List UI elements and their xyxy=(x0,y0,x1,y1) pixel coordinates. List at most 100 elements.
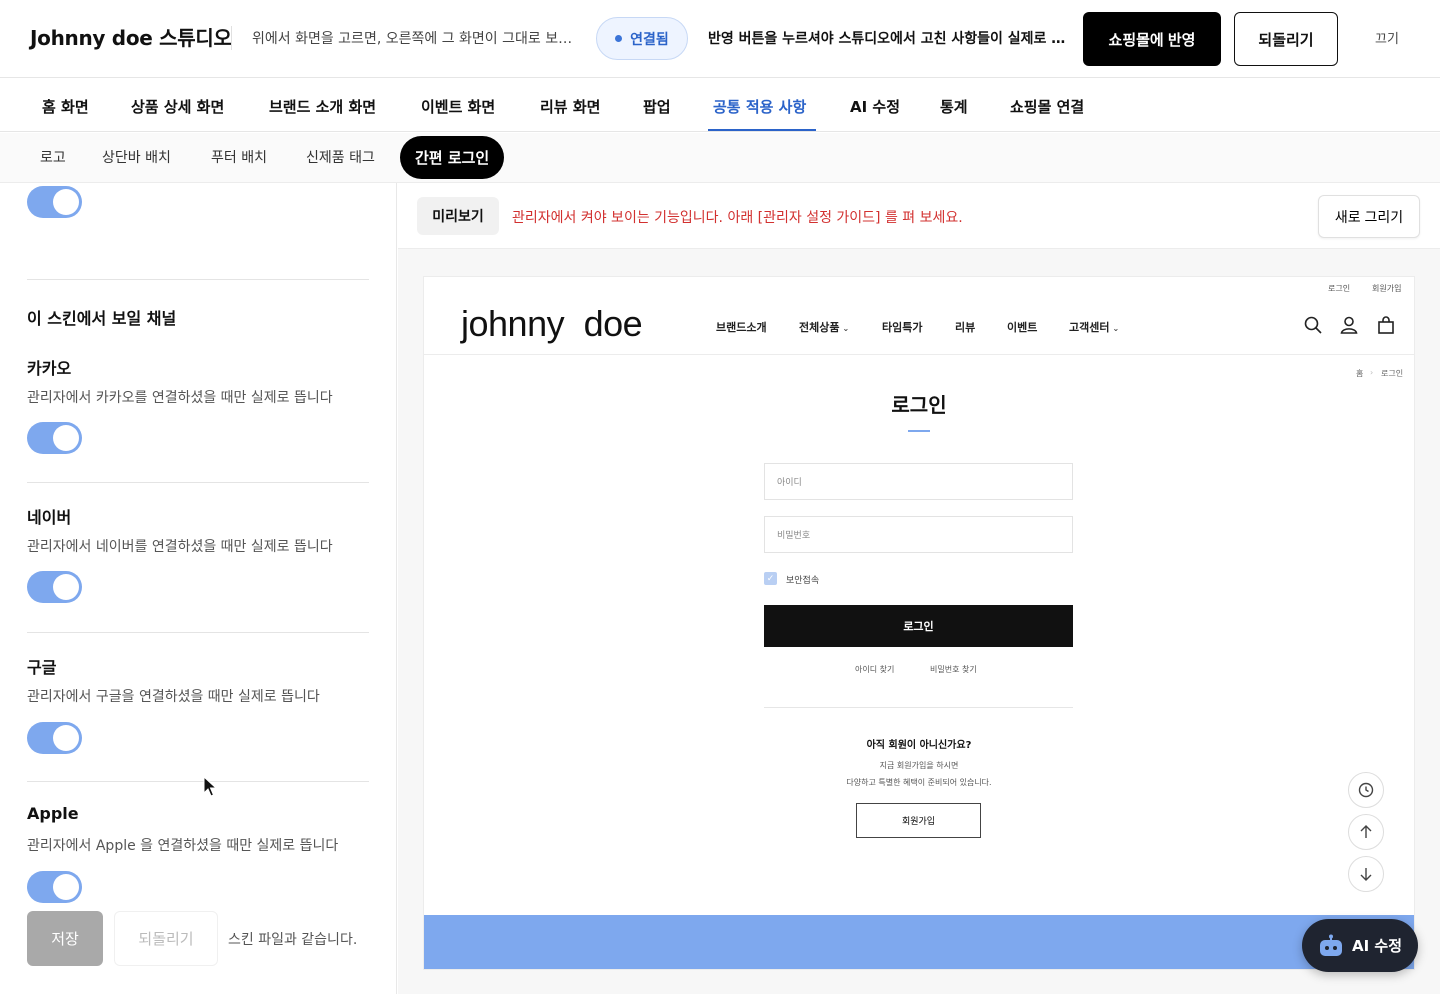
subtab-new-product-tag[interactable]: 신제품 태그 xyxy=(306,147,375,167)
tab-brand-intro[interactable]: 브랜드 소개 화면 xyxy=(269,96,376,117)
user-icon[interactable] xyxy=(1339,315,1359,335)
tab-product-detail[interactable]: 상품 상세 화면 xyxy=(131,96,224,117)
tab-event[interactable]: 이벤트 화면 xyxy=(421,96,495,117)
feature-toggle[interactable] xyxy=(27,186,82,218)
preview-warning: 관리자에서 켜야 보이는 기능입니다. 아래 [관리자 설정 가이드] 를 펴 … xyxy=(512,210,963,226)
shop-nav-label: 브랜드소개 xyxy=(716,321,767,334)
channel-title-google: 구글 xyxy=(27,658,57,677)
footer-band xyxy=(424,915,1414,969)
channel-desc-kakao: 관리자에서 카카오를 연결하셨을 때만 실제로 뜹니다 xyxy=(27,390,333,406)
redraw-button[interactable]: 새로 그리기 xyxy=(1318,195,1420,238)
breadcrumb-home[interactable]: 홈 xyxy=(1356,368,1363,379)
password-input[interactable]: 비밀번호 xyxy=(764,516,1073,553)
header-hint: 위에서 화면을 고르면, 오른쪽에 그 화면이 그대로 보입니다 xyxy=(252,31,578,47)
join-description-1: 지금 회원가입을 하시면 xyxy=(879,761,959,770)
toggle-knob xyxy=(53,574,79,600)
apple-toggle[interactable] xyxy=(27,871,82,903)
kakao-toggle[interactable] xyxy=(27,422,82,454)
preview-area: 미리보기 관리자에서 켜야 보이는 기능입니다. 아래 [관리자 설정 가이드]… xyxy=(398,183,1440,994)
section-title: 이 스킨에서 보일 채널 xyxy=(27,309,177,328)
search-icon[interactable] xyxy=(1303,315,1323,335)
toggle-knob xyxy=(53,425,79,451)
header-divider xyxy=(231,26,232,50)
scroll-top-button[interactable] xyxy=(1348,814,1384,850)
breadcrumb-separator: › xyxy=(1370,368,1374,377)
shop-nav-label: 전체상품 xyxy=(799,321,840,334)
channel-desc-naver: 관리자에서 네이버를 연결하셨을 때만 실제로 뜹니다 xyxy=(27,539,333,555)
shop-preview-frame: 로그인 회원가입 johnny doe 브랜드소개 전체상품 ⌄ 타임특가 리뷰 … xyxy=(424,277,1414,969)
apply-notice: 반영 버튼을 누르셔야 스튜디오에서 고친 사항들이 실제로 반영됩니다 xyxy=(708,31,1070,47)
login-title: 로그인 xyxy=(891,393,947,417)
tab-review[interactable]: 리뷰 화면 xyxy=(540,96,600,117)
shop-nav-label: 타임특가 xyxy=(882,321,923,334)
recent-history-button[interactable] xyxy=(1348,772,1384,808)
save-button[interactable]: 저장 xyxy=(27,911,103,966)
chevron-down-icon: ⌄ xyxy=(842,324,850,333)
shopping-bag-icon[interactable] xyxy=(1376,315,1396,335)
connection-status-badge: 연결됨 xyxy=(596,17,688,60)
sub-tab-bar: 로고 상단바 배치 푸터 배치 신제품 태그 간편 로그인 xyxy=(0,133,1440,183)
tab-common-settings[interactable]: 공통 적용 사항 xyxy=(713,96,806,117)
id-input[interactable]: 아이디 xyxy=(764,463,1073,500)
preview-label: 미리보기 xyxy=(417,197,499,235)
divider xyxy=(27,632,369,633)
util-link-join[interactable]: 회원가입 xyxy=(1372,283,1401,294)
login-title-accent xyxy=(908,430,930,432)
shop-nav-review[interactable]: 리뷰 xyxy=(955,319,975,335)
scroll-bottom-button[interactable] xyxy=(1348,856,1384,892)
shop-nav-customer-center[interactable]: 고객센터 ⌄ xyxy=(1069,319,1119,335)
naver-toggle[interactable] xyxy=(27,571,82,603)
channel-title-apple: Apple xyxy=(27,804,79,823)
turn-off-button[interactable]: 끄기 xyxy=(1362,28,1412,47)
shop-nav-all-products[interactable]: 전체상품 ⌄ xyxy=(799,319,849,335)
subtab-simple-login[interactable]: 간편 로그인 xyxy=(400,136,505,179)
apply-to-shop-button[interactable]: 쇼핑몰에 반영 xyxy=(1083,12,1221,66)
clock-icon xyxy=(1358,782,1374,798)
toggle-knob xyxy=(53,874,79,900)
login-button[interactable]: 로그인 xyxy=(764,605,1073,647)
revert-all-button[interactable]: 되돌리기 xyxy=(1234,12,1338,66)
subtab-logo[interactable]: 로고 xyxy=(40,147,66,167)
subtab-footer-layout[interactable]: 푸터 배치 xyxy=(211,147,267,167)
active-tab-indicator xyxy=(708,129,816,131)
arrow-up-icon xyxy=(1360,825,1372,838)
breadcrumb-current: 로그인 xyxy=(1381,369,1404,378)
shop-logo[interactable]: johnny doe xyxy=(461,303,643,345)
google-toggle[interactable] xyxy=(27,722,82,754)
top-bar: Johnny doe 스튜디오 위에서 화면을 고르면, 오른쪽에 그 화면이 … xyxy=(0,0,1440,78)
divider xyxy=(27,279,369,280)
connection-status-label: 연결됨 xyxy=(630,31,669,48)
channel-title-naver: 네이버 xyxy=(27,508,72,527)
undo-button[interactable]: 되돌리기 xyxy=(114,911,218,966)
shop-nav-event[interactable]: 이벤트 xyxy=(1007,319,1037,335)
login-divider xyxy=(764,707,1073,708)
tab-statistics[interactable]: 통계 xyxy=(940,96,968,117)
subtab-header-layout[interactable]: 상단바 배치 xyxy=(102,147,171,167)
channel-desc-apple: 관리자에서 Apple 을 연결하셨을 때만 실제로 뜹니다 xyxy=(27,838,339,854)
toggle-knob xyxy=(53,725,79,751)
shop-nav-brand[interactable]: 브랜드소개 xyxy=(716,319,767,335)
preview-toolbar: 미리보기 관리자에서 켜야 보이는 기능입니다. 아래 [관리자 설정 가이드]… xyxy=(398,183,1440,249)
channel-desc-google: 관리자에서 구글을 연결하셨을 때만 실제로 뜹니다 xyxy=(27,689,320,705)
channel-title-kakao: 카카오 xyxy=(27,359,72,378)
tab-ai-edit[interactable]: AI 수정 xyxy=(850,96,900,117)
find-password-link[interactable]: 비밀번호 찾기 xyxy=(930,664,977,675)
status-dot-icon xyxy=(615,35,623,42)
chevron-down-icon: ⌄ xyxy=(1112,324,1120,333)
shop-header-divider xyxy=(424,354,1414,355)
find-id-link[interactable]: 아이디 찾기 xyxy=(855,664,894,675)
ai-edit-label: AI 수정 xyxy=(1351,937,1402,955)
ai-edit-fab[interactable]: AI 수정 xyxy=(1302,919,1418,972)
save-status-note: 스킨 파일과 같습니다. xyxy=(228,932,358,948)
secure-login-checkbox[interactable]: ✓ xyxy=(764,572,777,585)
shop-nav-label: 리뷰 xyxy=(955,321,976,334)
tab-popup[interactable]: 팝업 xyxy=(643,96,671,117)
tab-shop-connection[interactable]: 쇼핑몰 연결 xyxy=(1010,96,1084,117)
join-button[interactable]: 회원가입 xyxy=(856,803,981,838)
tab-home[interactable]: 홈 화면 xyxy=(42,96,89,117)
divider xyxy=(27,482,369,483)
shop-nav-time-sale[interactable]: 타임특가 xyxy=(882,319,922,335)
shop-nav-label: 고객센터 xyxy=(1069,321,1110,334)
app-title: Johnny doe 스튜디오 xyxy=(30,26,232,50)
util-link-login[interactable]: 로그인 xyxy=(1328,283,1350,294)
